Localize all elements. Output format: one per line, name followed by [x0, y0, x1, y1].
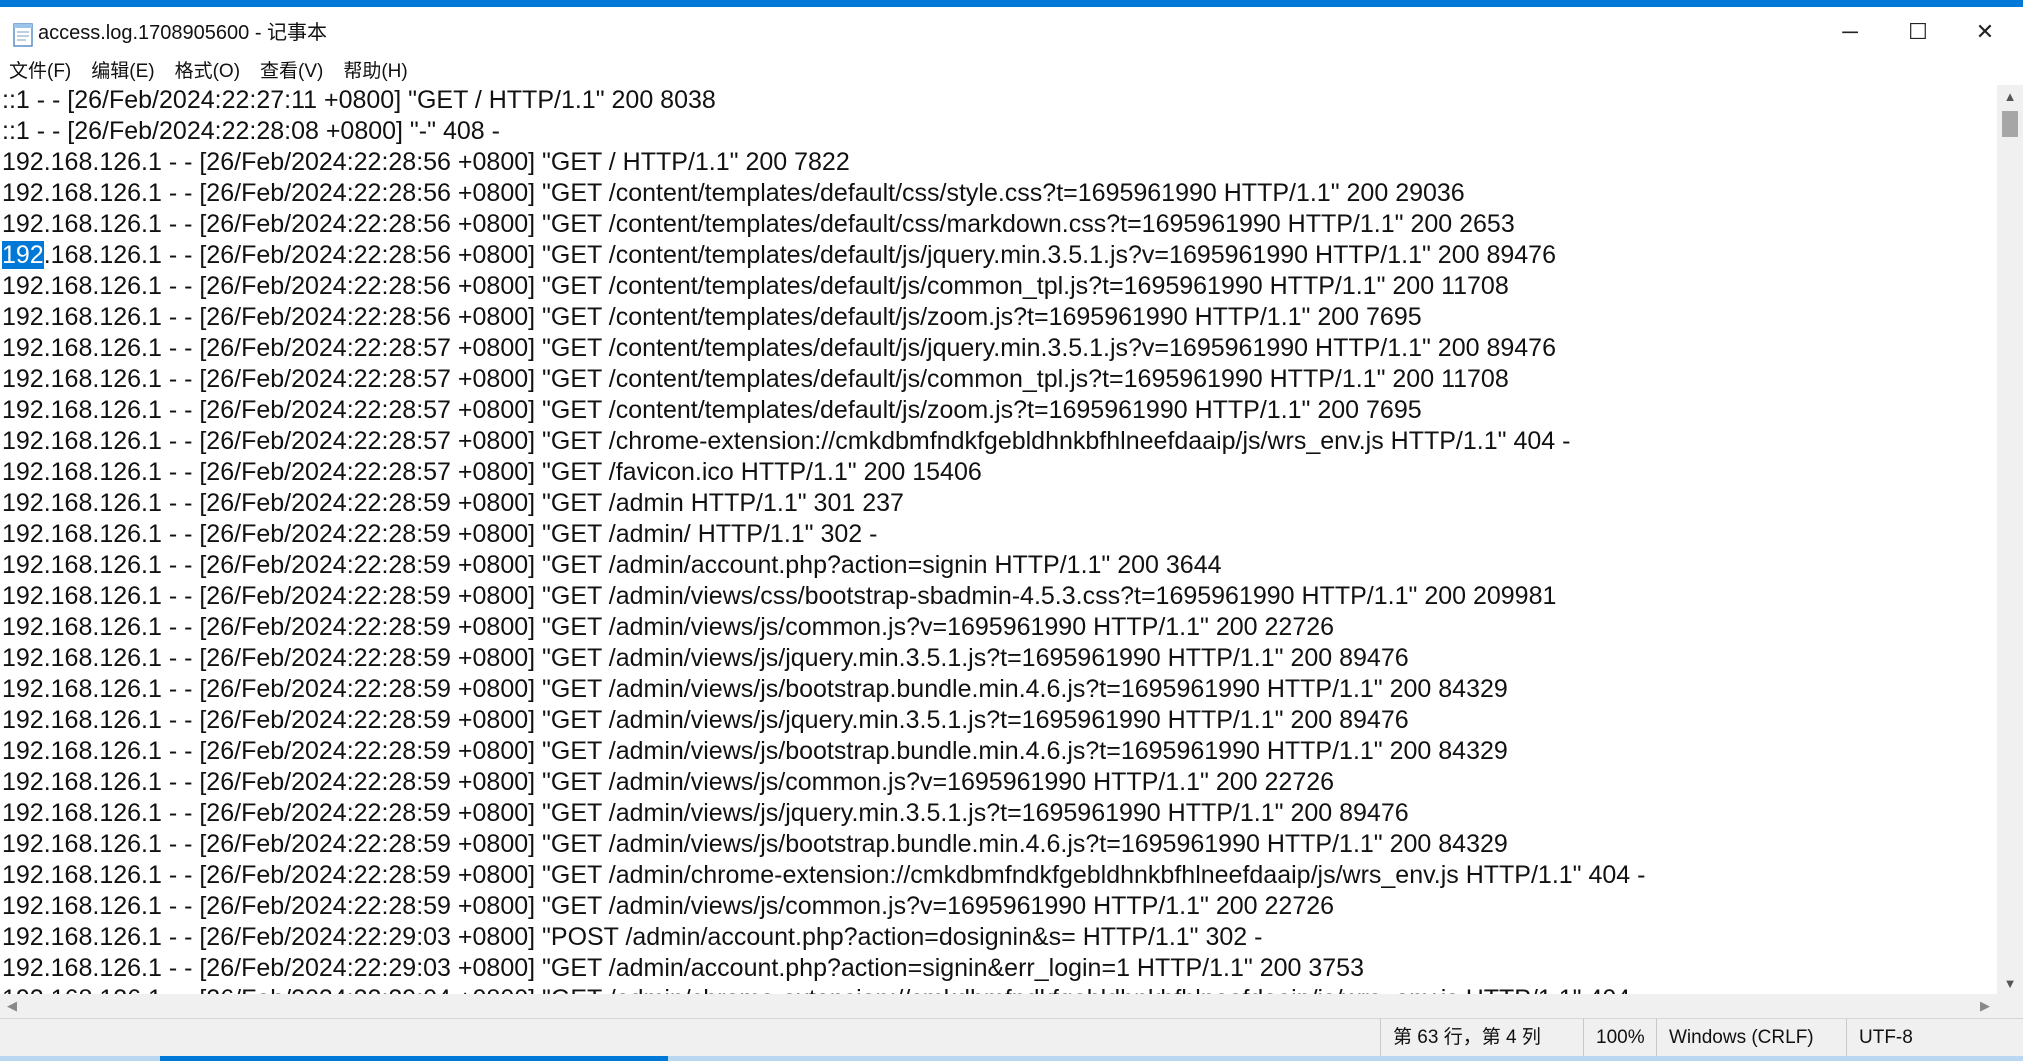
log-line: 192.168.126.1 - - [26/Feb/2024:22:28:59 …: [2, 830, 1508, 858]
scroll-right-icon[interactable]: ▶: [1973, 994, 1997, 1018]
scroll-up-icon[interactable]: ▲: [1997, 85, 2023, 107]
log-line: 192.168.126.1 - - [26/Feb/2024:22:28:57 …: [2, 458, 982, 486]
taskbar-active-segment: [160, 1056, 668, 1061]
log-line: 192.168.126.1 - - [26/Feb/2024:22:28:59 …: [2, 768, 1335, 796]
log-line: 192.168.126.1 - - [26/Feb/2024:22:29:04 …: [0, 984, 1997, 994]
log-line: 192.168.126.1 - - [26/Feb/2024:22:28:57 …: [2, 334, 1556, 362]
log-line: 192.168.126.1 - - [26/Feb/2024:22:28:59 …: [2, 551, 1222, 579]
log-line: 192.168.126.1 - - [26/Feb/2024:22:28:59 …: [2, 613, 1335, 641]
log-line: 192.168.126.1 - - [26/Feb/2024:22:28:59 …: [2, 737, 1508, 765]
log-line: 192.168.126.1 - - [26/Feb/2024:22:28:56 …: [0, 240, 1997, 271]
log-line: 192.168.126.1 - - [26/Feb/2024:22:28:59 …: [2, 520, 878, 548]
menu-edit[interactable]: 编辑(E): [81, 57, 164, 87]
close-button[interactable]: ✕: [1955, 7, 2015, 57]
status-zoom: 100%: [1583, 1019, 1654, 1056]
log-line: 192.168.126.1 - - [26/Feb/2024:22:28:57 …: [2, 427, 1571, 455]
log-line: 192.168.126.1 - - [26/Feb/2024:22:28:57 …: [2, 365, 1509, 393]
log-line: 192.168.126.1 - - [26/Feb/2024:22:28:59 …: [2, 706, 1409, 734]
log-line: ::1 - - [26/Feb/2024:22:27:11 +0800] "GE…: [2, 86, 716, 114]
window-title: access.log.1708905600 - 记事本: [38, 22, 328, 44]
status-line-ending: Windows (CRLF): [1656, 1019, 1844, 1056]
close-icon: ✕: [1975, 19, 1995, 44]
log-line: 192.168.126.1 - - [26/Feb/2024:22:28:59 …: [2, 489, 904, 517]
scroll-down-icon[interactable]: ▼: [1997, 972, 2023, 994]
minimize-button[interactable]: ─: [1820, 7, 1880, 57]
title-bar[interactable]: access.log.1708905600 - 记事本 ─ ☐ ✕: [0, 7, 2023, 57]
menu-file[interactable]: 文件(F): [0, 57, 81, 87]
log-line: ::1 - - [26/Feb/2024:22:28:08 +0800] "-"…: [2, 117, 500, 145]
log-line: 192.168.126.1 - - [26/Feb/2024:22:28:56 …: [2, 210, 1515, 238]
log-line: 192.168.126.1 - - [26/Feb/2024:22:29:03 …: [2, 923, 1263, 951]
log-line: 192.168.126.1 - - [26/Feb/2024:22:28:59 …: [2, 861, 1646, 889]
notepad-icon: [12, 21, 34, 47]
log-line: 192.168.126.1 - - [26/Feb/2024:22:28:56 …: [2, 148, 850, 176]
maximize-icon: ☐: [1908, 19, 1928, 44]
vertical-scroll-thumb[interactable]: [2002, 111, 2018, 137]
menu-bar: 文件(F) 编辑(E) 格式(O) 查看(V) 帮助(H): [0, 57, 2023, 87]
minimize-icon: ─: [1842, 19, 1858, 44]
status-bar: 第 63 行，第 4 列 100% Windows (CRLF) UTF-8: [0, 1018, 2023, 1056]
text-selection: 192: [2, 241, 44, 269]
maximize-button[interactable]: ☐: [1888, 7, 1948, 57]
log-line: 192.168.126.1 - - [26/Feb/2024:22:28:59 …: [2, 892, 1335, 920]
horizontal-scrollbar[interactable]: ◀ ▶: [0, 994, 1997, 1018]
menu-format[interactable]: 格式(O): [165, 57, 250, 87]
log-line: 192.168.126.1 - - [26/Feb/2024:22:28:59 …: [2, 582, 1557, 610]
menu-help[interactable]: 帮助(H): [333, 57, 417, 87]
status-cursor-position: 第 63 行，第 4 列: [1380, 1019, 1580, 1056]
log-line-rest: .168.126.1 - - [26/Feb/2024:22:28:56 +08…: [43, 241, 1556, 269]
menu-view[interactable]: 查看(V): [250, 57, 333, 87]
text-editor[interactable]: ::1 - - [26/Feb/2024:22:27:11 +0800] "GE…: [0, 85, 1997, 994]
log-line: 192.168.126.1 - - [26/Feb/2024:22:28:57 …: [2, 396, 1422, 424]
log-line: 192.168.126.1 - - [26/Feb/2024:22:28:56 …: [2, 179, 1465, 207]
log-line: 192.168.126.1 - - [26/Feb/2024:22:28:59 …: [2, 644, 1409, 672]
log-line: 192.168.126.1 - - [26/Feb/2024:22:28:56 …: [2, 303, 1422, 331]
scrollbar-corner: [1997, 994, 2023, 1018]
log-line: 192.168.126.1 - - [26/Feb/2024:22:28:59 …: [2, 799, 1409, 827]
taskbar-edge: [0, 1056, 2023, 1061]
log-line: 192.168.126.1 - - [26/Feb/2024:22:29:03 …: [2, 954, 1364, 982]
status-encoding: UTF-8: [1846, 1019, 2023, 1056]
window-top-accent: [0, 0, 2023, 7]
log-line: 192.168.126.1 - - [26/Feb/2024:22:28:56 …: [2, 272, 1509, 300]
scroll-left-icon[interactable]: ◀: [0, 994, 24, 1018]
log-line: 192.168.126.1 - - [26/Feb/2024:22:28:59 …: [2, 675, 1508, 703]
vertical-scrollbar[interactable]: ▲ ▼: [1997, 85, 2023, 994]
